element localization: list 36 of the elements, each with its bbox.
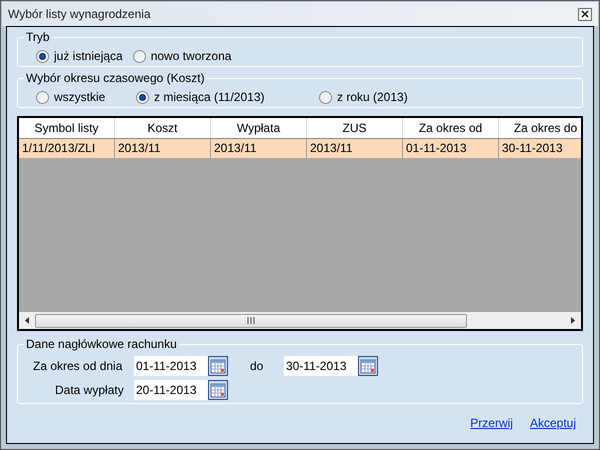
window-title: Wybór listy wynagrodzenia: [8, 6, 151, 23]
date-field[interactable]: 20-11-2013: [134, 380, 208, 400]
link[interactable]: Akceptuj: [530, 414, 576, 432]
date-field[interactable]: 01-11-2013: [134, 356, 208, 376]
radio-button[interactable]: [136, 90, 149, 104]
radio-button[interactable]: [36, 50, 49, 62]
close-icon: [581, 10, 589, 18]
date-field[interactable]: 30-11-2013: [284, 356, 358, 376]
field-label: Za okres od dnia: [32, 358, 124, 375]
table-cell: 2013/11: [115, 139, 211, 158]
calendar-icon[interactable]: [358, 356, 378, 376]
table-cell: 2013/11: [307, 139, 403, 158]
radio-button[interactable]: [132, 50, 146, 62]
table-row[interactable]: 1/11/2013/ZLI 2013/11 2013/11 2013/11 01-11-2013 30-11-2013: [19, 138, 581, 158]
group-title: Dane nagłówkowe rachunku: [24, 336, 179, 352]
radio-label: z roku (2013): [337, 89, 408, 106]
radio-label: już istniejąca: [54, 48, 123, 65]
field-label: Data wypłaty: [54, 382, 125, 399]
calendar-icon[interactable]: [208, 356, 228, 376]
table-cell: 2013/11: [211, 139, 307, 158]
radio-label: nowo tworzona: [150, 48, 232, 65]
close-button[interactable]: [578, 8, 592, 20]
table-cell: 30-11-2013: [499, 139, 581, 158]
link[interactable]: Przerwij: [470, 414, 513, 432]
group-title: Wybór okresu czasowego (Koszt): [24, 70, 207, 86]
radio-button[interactable]: [36, 90, 49, 104]
horizontal-scrollbar[interactable]: [19, 312, 581, 329]
radio-label: z miesiąca (11/2013): [154, 89, 264, 106]
scrollbar-thumb[interactable]: [35, 314, 467, 328]
group-title: Tryb: [24, 29, 52, 45]
table-cell: 1/11/2013/ZLI: [19, 139, 115, 158]
radio-label: wszystkie: [54, 89, 106, 106]
calendar-icon[interactable]: [208, 380, 228, 400]
field-label: do: [249, 358, 264, 375]
table-cell: 01-11-2013: [403, 139, 499, 158]
radio-button[interactable]: [319, 90, 332, 104]
